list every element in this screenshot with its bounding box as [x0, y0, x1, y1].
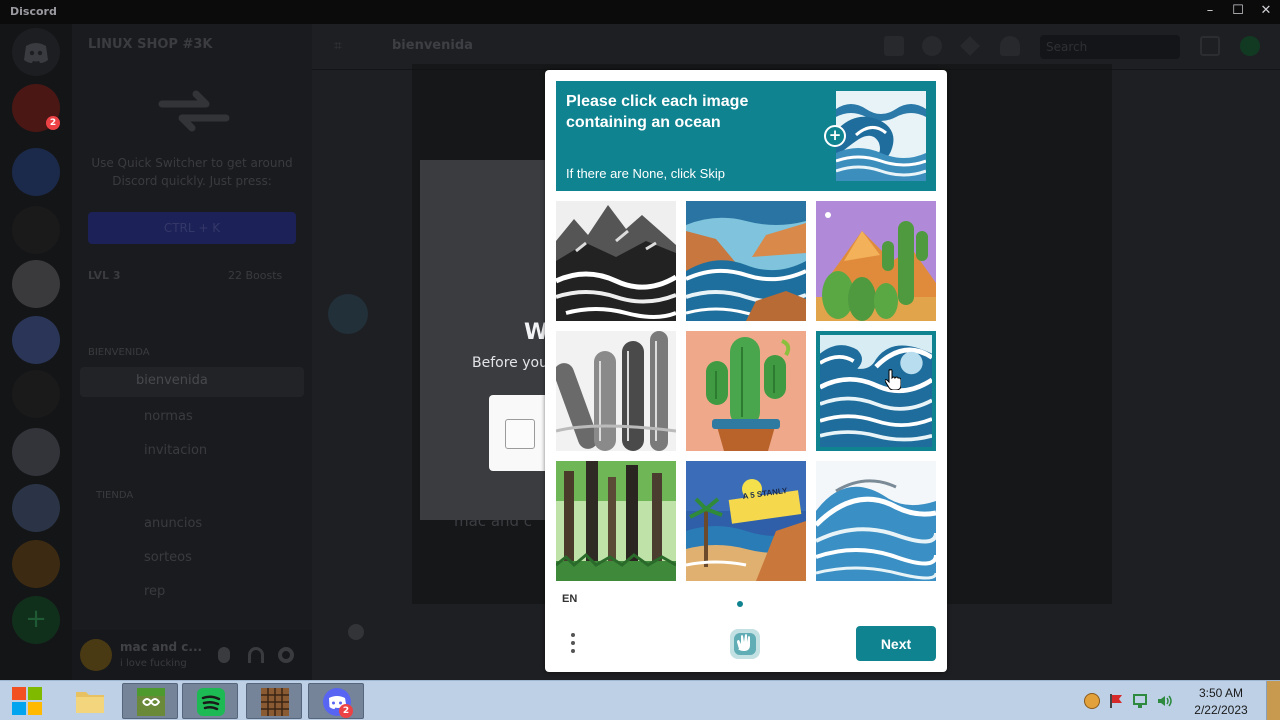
server-icon[interactable]: [12, 428, 60, 476]
members-icon[interactable]: [1000, 36, 1020, 56]
shortcut-hint: CTRL + K: [88, 212, 296, 244]
headphones-icon[interactable]: [248, 647, 264, 663]
discord-home-icon[interactable]: [12, 28, 60, 76]
channel-title: bienvenida: [392, 38, 473, 53]
challenge-tile-forest[interactable]: [556, 461, 676, 581]
captcha-prompt: Please click each image containing an oc…: [556, 81, 936, 191]
next-button[interactable]: Next: [856, 626, 936, 661]
network-icon[interactable]: [1132, 693, 1148, 709]
discord-taskbar-icon[interactable]: 2: [308, 683, 364, 719]
pin-icon[interactable]: [960, 36, 980, 56]
screen: Discord – ☐ ✕ 2 + LINUX SHOP #3K Use Qui…: [0, 0, 1280, 720]
mute-bell-icon[interactable]: [922, 36, 942, 56]
help-icon[interactable]: [1240, 36, 1260, 56]
microphone-icon[interactable]: [218, 647, 230, 663]
file-explorer-taskbar-icon[interactable]: [62, 683, 118, 719]
user-panel: mac and c... i love fucking: [72, 630, 312, 680]
minimize-button[interactable]: –: [1196, 0, 1224, 24]
boost-level[interactable]: LVL 3: [88, 269, 121, 282]
server-icon[interactable]: [12, 484, 60, 532]
search-input[interactable]: Search: [1040, 35, 1180, 59]
action-center-flag-icon[interactable]: [1108, 693, 1124, 709]
challenge-tile-desert-cactus[interactable]: [816, 201, 936, 321]
inbox-icon[interactable]: [1200, 36, 1220, 56]
minecraft-taskbar-icon[interactable]: [246, 683, 302, 719]
settings-gear-icon[interactable]: [278, 647, 294, 663]
mention-badge: 2: [46, 116, 60, 130]
category-label[interactable]: BIENVENIDA: [88, 347, 150, 358]
challenge-tile-coastal-waves[interactable]: [686, 201, 806, 321]
menu-dots-icon[interactable]: [565, 630, 581, 656]
username: mac and c...: [120, 640, 203, 654]
channel-item[interactable]: anuncios: [144, 516, 202, 531]
back-arrow-tray-icon[interactable]: [1084, 693, 1100, 709]
taskbar: 2 3:50 AM 2/22/2023: [0, 680, 1280, 720]
hcaptcha-logo-icon: [728, 627, 762, 661]
clock-date[interactable]: 2/22/2023: [1185, 703, 1257, 717]
maximize-button[interactable]: ☐: [1224, 0, 1252, 24]
language-selector[interactable]: EN: [562, 593, 577, 605]
avatar[interactable]: [80, 639, 112, 671]
challenge-tile-potted-cactus[interactable]: [686, 331, 806, 451]
channel-item-bienvenida[interactable]: bienvenida: [80, 367, 304, 397]
expand-example-icon[interactable]: +: [824, 125, 846, 147]
discord-notification-badge: 2: [339, 704, 353, 718]
server-icon[interactable]: [12, 316, 60, 364]
verification-dialog: W Before you: [420, 160, 559, 520]
page-indicator: [737, 601, 743, 607]
window-title: Discord: [10, 5, 57, 18]
prompt-title: Please click each image containing an oc…: [566, 93, 749, 131]
channel-item[interactable]: rep: [144, 584, 165, 599]
threads-icon[interactable]: ⌗: [334, 38, 342, 54]
channel-item[interactable]: invitacion: [144, 443, 207, 458]
quick-switcher-arrows-icon: [158, 90, 230, 132]
prompt-hint: If there are None, click Skip: [566, 166, 725, 181]
category-label[interactable]: TIENDA: [96, 490, 133, 501]
start-button[interactable]: [4, 683, 50, 719]
server-icon[interactable]: [12, 370, 60, 418]
captcha-challenge: Please click each image containing an oc…: [545, 70, 947, 672]
channel-item[interactable]: sorteos: [144, 550, 192, 565]
challenge-tile-ocean-wave[interactable]: [816, 331, 936, 451]
show-desktop-button[interactable]: [1266, 681, 1280, 720]
user-status: i love fucking: [120, 658, 187, 669]
channel-item[interactable]: normas: [144, 409, 193, 424]
minecraft-launcher-taskbar-icon[interactable]: [122, 683, 178, 719]
clock-time[interactable]: 3:50 AM: [1185, 686, 1257, 700]
message-avatar: [328, 294, 368, 334]
challenge-tile-tropical-beach[interactable]: A 5 STANLY: [686, 461, 806, 581]
threads-list-icon[interactable]: [884, 36, 904, 56]
challenge-tile-blue-wave[interactable]: [816, 461, 936, 581]
server-icon[interactable]: [12, 540, 60, 588]
hand-cursor-icon: [885, 369, 901, 390]
add-attachment-icon[interactable]: [348, 624, 364, 640]
challenge-tile-mountains-sketch[interactable]: [556, 201, 676, 321]
title-bar: Discord – ☐ ✕: [0, 0, 1280, 24]
server-icon[interactable]: [12, 260, 60, 308]
challenge-tile-cactus-sketch[interactable]: [556, 331, 676, 451]
server-list: 2 +: [0, 24, 72, 680]
captcha-checkbox[interactable]: [505, 419, 535, 449]
channel-sidebar: LINUX SHOP #3K Use Quick Switcher to get…: [72, 24, 312, 680]
example-image[interactable]: [836, 91, 926, 181]
server-icon[interactable]: [12, 148, 60, 196]
close-window-button[interactable]: ✕: [1252, 0, 1280, 24]
add-server-button[interactable]: +: [12, 596, 60, 644]
volume-icon[interactable]: [1156, 693, 1172, 709]
boost-count[interactable]: 22 Boosts: [228, 269, 282, 282]
verification-subtitle: Before you: [472, 355, 548, 371]
server-icon[interactable]: [12, 206, 60, 254]
quick-switcher-tip: Use Quick Switcher to get around Discord…: [91, 156, 293, 188]
server-name[interactable]: LINUX SHOP #3K: [88, 37, 212, 52]
spotify-taskbar-icon[interactable]: [182, 683, 238, 719]
